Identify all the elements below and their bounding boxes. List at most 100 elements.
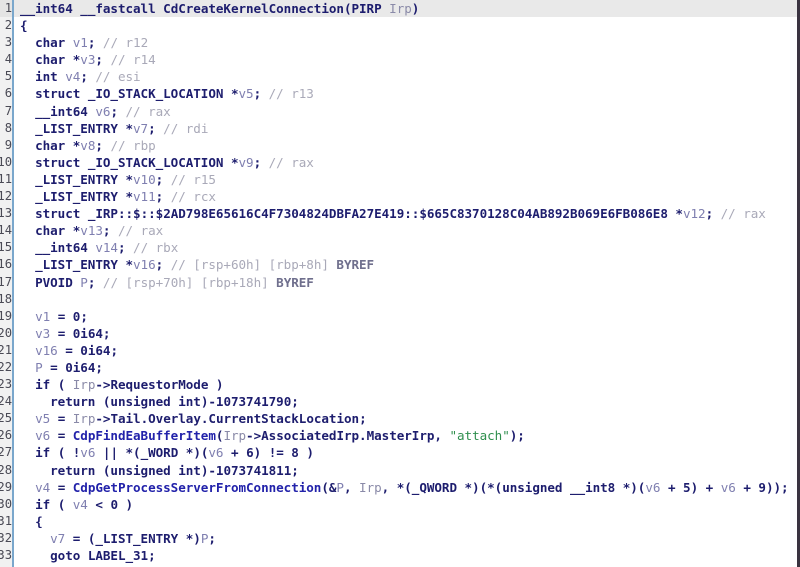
- line-content[interactable]: goto LABEL_31;: [14, 547, 797, 564]
- line-number: 21: [0, 341, 14, 359]
- line-number: 23: [0, 376, 14, 394]
- code-line[interactable]: 28 return (unsigned int)-1073741811;: [0, 461, 797, 479]
- line-number: 2: [0, 17, 14, 35]
- line-number: 18: [0, 290, 14, 308]
- code-line[interactable]: 26 v6 = CdpFindEaBufferItem(Irp->Associa…: [0, 427, 797, 445]
- code-line[interactable]: 9 char *v8; // rbp: [0, 136, 797, 154]
- line-content[interactable]: __int64 __fastcall CdCreateKernelConnect…: [14, 0, 797, 17]
- line-number: 26: [0, 427, 14, 445]
- line-content[interactable]: v1 = 0;: [14, 308, 797, 325]
- line-number: 7: [0, 102, 14, 120]
- line-content[interactable]: _LIST_ENTRY *v10; // r15: [14, 171, 797, 188]
- code-line[interactable]: 4 char *v3; // r14: [0, 51, 797, 69]
- line-content[interactable]: char *v13; // rax: [14, 222, 797, 239]
- line-content[interactable]: struct _IRP::$::$2AD798E65616C4F7304824D…: [14, 205, 797, 222]
- line-number: 27: [0, 444, 14, 462]
- line-number: 30: [0, 495, 14, 513]
- code-line[interactable]: 10 struct _IO_STACK_LOCATION *v9; // rax: [0, 153, 797, 171]
- line-content[interactable]: _LIST_ENTRY *v11; // rcx: [14, 188, 797, 205]
- code-line[interactable]: 3 char v1; // r12: [0, 34, 797, 52]
- code-line[interactable]: 32 v7 = (_LIST_ENTRY *)P;: [0, 529, 797, 547]
- line-content[interactable]: v7 = (_LIST_ENTRY *)P;: [14, 530, 797, 547]
- line-content[interactable]: return (unsigned int)-1073741790;: [14, 393, 797, 410]
- code-line[interactable]: 5 int v4; // esi: [0, 68, 797, 86]
- line-number: 16: [0, 256, 14, 274]
- line-content[interactable]: char v1; // r12: [14, 34, 797, 51]
- code-line[interactable]: 21 v16 = 0i64;: [0, 341, 797, 359]
- code-line[interactable]: 33 goto LABEL_31;: [0, 547, 797, 565]
- line-number: 10: [0, 153, 14, 171]
- line-number: 8: [0, 119, 14, 137]
- line-content[interactable]: if ( Irp->RequestorMode ): [14, 376, 797, 393]
- line-number: 19: [0, 307, 14, 325]
- code-line[interactable]: 24 return (unsigned int)-1073741790;: [0, 393, 797, 411]
- code-area[interactable]: 1 __int64 __fastcall CdCreateKernelConnec…: [0, 0, 797, 567]
- code-line[interactable]: 12 _LIST_ENTRY *v11; // rcx: [0, 188, 797, 206]
- line-number: 4: [0, 51, 14, 69]
- code-line[interactable]: 1 __int64 __fastcall CdCreateKernelConnec…: [0, 0, 797, 18]
- line-content[interactable]: v5 = Irp->Tail.Overlay.CurrentStackLocat…: [14, 410, 797, 427]
- line-number: 11: [0, 170, 14, 189]
- line-number: 24: [0, 393, 14, 411]
- line-content[interactable]: struct _IO_STACK_LOCATION *v5; // r13: [14, 85, 797, 102]
- code-line[interactable]: 13 struct _IRP::$::$2AD798E65616C4F73048…: [0, 205, 797, 223]
- line-number: 28: [0, 461, 14, 479]
- line-number: 9: [0, 136, 14, 154]
- line-content[interactable]: {: [14, 513, 797, 530]
- line-content[interactable]: __int64 v6; // rax: [14, 103, 797, 120]
- line-number: 20: [0, 324, 14, 342]
- code-line[interactable]: 20 v3 = 0i64;: [0, 324, 797, 342]
- code-line[interactable]: 7 __int64 v6; // rax: [0, 102, 797, 120]
- code-line[interactable]: 22 P = 0i64;: [0, 358, 797, 377]
- line-number: 17: [0, 273, 14, 291]
- line-number: 12: [0, 188, 14, 206]
- code-line[interactable]: 25 v5 = Irp->Tail.Overlay.CurrentStackLo…: [0, 410, 797, 428]
- code-line[interactable]: 19 v1 = 0;: [0, 307, 797, 325]
- line-content[interactable]: struct _IO_STACK_LOCATION *v9; // rax: [14, 154, 797, 171]
- line-content[interactable]: char *v3; // r14: [14, 51, 797, 68]
- pseudocode-view[interactable]: 1 __int64 __fastcall CdCreateKernelConnec…: [0, 0, 800, 567]
- code-line[interactable]: 6 struct _IO_STACK_LOCATION *v5; // r13: [0, 85, 797, 103]
- code-line[interactable]: 11 _LIST_ENTRY *v10; // r15: [0, 170, 797, 189]
- code-line[interactable]: 18: [0, 290, 797, 308]
- code-line[interactable]: 8 _LIST_ENTRY *v7; // rdi: [0, 119, 797, 137]
- line-content[interactable]: v6 = CdpFindEaBufferItem(Irp->Associated…: [14, 427, 797, 444]
- line-content[interactable]: v4 = CdpGetProcessServerFromConnection(&…: [14, 479, 797, 496]
- line-content[interactable]: P = 0i64;: [14, 359, 797, 376]
- line-number: 13: [0, 205, 14, 223]
- line-number: 25: [0, 410, 14, 428]
- line-content[interactable]: _LIST_ENTRY *v16; // [rsp+60h] [rbp+8h] …: [14, 256, 797, 273]
- code-line[interactable]: 23 if ( Irp->RequestorMode ): [0, 376, 797, 394]
- code-line[interactable]: 31 {: [0, 512, 797, 530]
- line-content[interactable]: PVOID P; // [rsp+70h] [rbp+18h] BYREF: [14, 274, 797, 291]
- line-number: 6: [0, 85, 14, 103]
- line-content[interactable]: [14, 291, 797, 308]
- line-content[interactable]: if ( !v6 || *(_WORD *)(v6 + 6) != 8 ): [14, 444, 797, 461]
- line-number: 14: [0, 222, 14, 240]
- line-content[interactable]: char *v8; // rbp: [14, 137, 797, 154]
- code-line[interactable]: 29 v4 = CdpGetProcessServerFromConnectio…: [0, 478, 797, 496]
- line-number: 29: [0, 478, 14, 496]
- line-number: 33: [0, 547, 14, 565]
- code-line[interactable]: 30 if ( v4 < 0 ): [0, 495, 797, 513]
- code-line[interactable]: 2{: [0, 17, 797, 35]
- line-content[interactable]: _LIST_ENTRY *v7; // rdi: [14, 120, 797, 137]
- code-line[interactable]: 27 if ( !v6 || *(_WORD *)(v6 + 6) != 8 ): [0, 444, 797, 462]
- code-line[interactable]: 14 char *v13; // rax: [0, 222, 797, 240]
- line-content[interactable]: if ( v4 < 0 ): [14, 496, 797, 513]
- line-number: 5: [0, 68, 14, 86]
- line-content[interactable]: __int64 v14; // rbx: [14, 239, 797, 256]
- line-number: 32: [0, 529, 14, 547]
- line-content[interactable]: v3 = 0i64;: [14, 325, 797, 342]
- line-number: 22: [0, 358, 14, 377]
- code-line[interactable]: 16 _LIST_ENTRY *v16; // [rsp+60h] [rbp+8…: [0, 256, 797, 274]
- line-number: 15: [0, 239, 14, 257]
- line-number: 3: [0, 34, 14, 52]
- line-content[interactable]: v16 = 0i64;: [14, 342, 797, 359]
- code-line[interactable]: 15 __int64 v14; // rbx: [0, 239, 797, 257]
- code-line[interactable]: 17 PVOID P; // [rsp+70h] [rbp+18h] BYREF: [0, 273, 797, 291]
- line-number: 31: [0, 512, 14, 530]
- line-content[interactable]: return (unsigned int)-1073741811;: [14, 462, 797, 479]
- line-content[interactable]: int v4; // esi: [14, 68, 797, 85]
- line-content[interactable]: {: [14, 17, 797, 34]
